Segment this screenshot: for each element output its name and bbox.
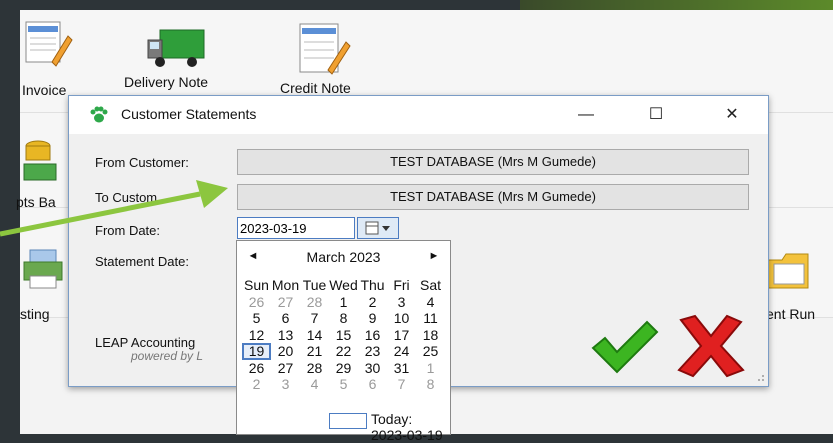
calendar-day[interactable]: 1 [329, 294, 358, 311]
annotation-arrow-icon [0, 180, 228, 237]
delivery-truck-icon[interactable] [146, 26, 212, 77]
calendar-day[interactable]: 7 [300, 310, 329, 327]
from-date-input[interactable]: 2023-03-19 [237, 217, 355, 239]
calendar-day[interactable]: 5 [329, 376, 358, 393]
maximize-button[interactable]: ☐ [633, 100, 679, 130]
close-button[interactable]: ✕ [709, 100, 755, 130]
calendar-day[interactable]: 1 [416, 360, 445, 377]
calendar-grid: Sun Mon Tue Wed Thu Fri Sat 26 27 28 1 2… [242, 277, 446, 393]
credit-note-icon[interactable] [296, 20, 352, 85]
calendar-day[interactable]: 2 [242, 376, 271, 393]
calendar-day[interactable]: 28 [300, 360, 329, 377]
calendar-day[interactable]: 11 [416, 310, 445, 327]
calendar-day[interactable]: 7 [387, 376, 416, 393]
calendar-month-label: March 2023 [306, 249, 381, 265]
invoice-label[interactable]: Invoice [22, 82, 66, 98]
calendar-day[interactable]: 10 [387, 310, 416, 327]
from-customer-field[interactable]: TEST DATABASE (Mrs M Gumede) [237, 149, 749, 175]
calendar-week: 5 6 7 8 9 10 11 [242, 310, 446, 327]
statement-date-label: Statement Date: [95, 254, 189, 269]
calendar-day[interactable]: 3 [271, 376, 300, 393]
calendar-day[interactable]: 6 [271, 310, 300, 327]
calendar-week: 12 13 14 15 16 17 18 [242, 327, 446, 344]
calendar-day[interactable]: 22 [329, 343, 358, 360]
folder-icon[interactable] [766, 246, 810, 301]
calendar-next-month-button[interactable]: ► [426, 250, 442, 262]
calendar-day[interactable]: 3 [387, 294, 416, 311]
credit-note-label[interactable]: Credit Note [280, 80, 351, 96]
calendar-day[interactable]: 16 [358, 327, 387, 344]
today-link[interactable]: Today: 2023-03-19 [371, 411, 450, 443]
ok-checkmark-icon[interactable] [589, 318, 659, 381]
brand-subtitle: powered by L [131, 349, 204, 363]
calendar-icon [365, 221, 390, 235]
dialog-titlebar[interactable]: Customer Statements — ☐ ✕ [69, 96, 768, 134]
weekday-label: Sat [419, 277, 441, 293]
minimize-button[interactable]: — [563, 100, 609, 130]
calendar-day[interactable]: 9 [358, 310, 387, 327]
today-indicator-box[interactable] [329, 413, 367, 429]
resize-grip-icon[interactable] [753, 370, 765, 382]
calendar-day[interactable]: 8 [416, 376, 445, 393]
printer-icon[interactable] [20, 248, 64, 297]
calendar-week: 2 3 4 5 6 7 8 [242, 376, 446, 393]
weekday-label: Mon [271, 277, 300, 293]
calendar-dropdown-button[interactable] [357, 217, 399, 239]
calendar-day[interactable]: 20 [271, 343, 300, 360]
calendar-day[interactable]: 30 [358, 360, 387, 377]
brand-label: LEAP Accounting [95, 335, 196, 350]
calendar-day[interactable]: 14 [300, 327, 329, 344]
weekday-label: Wed [329, 277, 358, 293]
from-customer-label: From Customer: [95, 155, 189, 170]
calendar-day[interactable]: 25 [416, 343, 445, 360]
calendar-day[interactable]: 4 [416, 294, 445, 311]
calendar-day[interactable]: 31 [387, 360, 416, 377]
calendar-day[interactable]: 8 [329, 310, 358, 327]
calendar-day[interactable]: 29 [329, 360, 358, 377]
calendar-day[interactable]: 24 [387, 343, 416, 360]
to-customer-field[interactable]: TEST DATABASE (Mrs M Gumede) [237, 184, 749, 210]
calendar-day[interactable]: 18 [416, 327, 445, 344]
calendar-day[interactable]: 15 [329, 327, 358, 344]
calendar-day[interactable]: 28 [300, 294, 329, 311]
dialog-title: Customer Statements [121, 106, 257, 122]
calendar-day[interactable]: 26 [242, 360, 271, 377]
weekday-header: Sun Mon Tue Wed Thu Fri Sat [242, 277, 446, 294]
calendar-day[interactable]: 2 [358, 294, 387, 311]
weekday-label: Fri [393, 277, 410, 293]
calendar-day-selected[interactable]: 19 [242, 343, 271, 360]
calendar-day[interactable]: 21 [300, 343, 329, 360]
calendar-week: 19 20 21 22 23 24 25 [242, 343, 446, 360]
weekday-label: Thu [360, 277, 385, 293]
calendar-day[interactable]: 17 [387, 327, 416, 344]
weekday-label: Sun [244, 277, 269, 293]
paw-icon [90, 106, 108, 123]
date-picker-calendar[interactable]: ◄ March 2023 ► Sun Mon Tue Wed Thu Fri S… [236, 240, 451, 443]
cancel-x-icon[interactable] [669, 314, 753, 383]
calendar-day[interactable]: 26 [242, 294, 271, 311]
calendar-day[interactable]: 23 [358, 343, 387, 360]
calendar-week: 26 27 28 29 30 31 1 [242, 360, 446, 377]
calendar-day[interactable]: 27 [271, 360, 300, 377]
calendar-day[interactable]: 27 [271, 294, 300, 311]
calendar-day[interactable]: 4 [300, 376, 329, 393]
calendar-day[interactable]: 13 [271, 327, 300, 344]
calendar-day[interactable]: 6 [358, 376, 387, 393]
posting-label[interactable]: sting [20, 306, 50, 322]
weekday-label: Tue [302, 277, 327, 293]
statement-run-label[interactable]: ent Run [766, 306, 815, 322]
calendar-day[interactable]: 5 [242, 310, 271, 327]
calendar-day[interactable]: 12 [242, 327, 271, 344]
calendar-week: 26 27 28 1 2 3 4 [242, 294, 446, 311]
invoice-icon[interactable] [22, 18, 74, 75]
delivery-note-label[interactable]: Delivery Note [124, 74, 208, 90]
